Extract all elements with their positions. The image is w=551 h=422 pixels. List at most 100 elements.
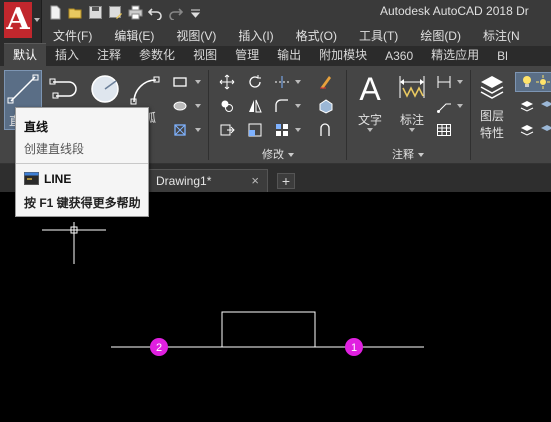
layer-freeze-icon[interactable] bbox=[539, 122, 551, 138]
menu-tools[interactable]: 工具(T) bbox=[348, 27, 409, 44]
menu-dimension[interactable]: 标注(N bbox=[472, 27, 531, 44]
menu-format[interactable]: 格式(O) bbox=[285, 27, 348, 44]
open-icon[interactable] bbox=[68, 5, 83, 20]
point-marker-1: 1 bbox=[345, 338, 363, 356]
redo-icon[interactable] bbox=[168, 5, 183, 20]
rotate-icon[interactable] bbox=[247, 74, 263, 90]
line-command-tooltip: 直线 创建直线段 LINE 按 F1 键获得更多帮助 bbox=[15, 107, 149, 217]
panel-divider bbox=[470, 70, 471, 160]
tab-bim[interactable]: Bl bbox=[488, 47, 517, 66]
close-icon[interactable]: × bbox=[251, 173, 259, 188]
menu-edit[interactable]: 编辑(E) bbox=[103, 27, 165, 44]
tab-parametric[interactable]: 参数化 bbox=[130, 44, 184, 66]
menu-insert[interactable]: 插入(I) bbox=[227, 27, 284, 44]
chevron-down-icon[interactable] bbox=[295, 80, 301, 84]
copy-icon[interactable] bbox=[219, 98, 235, 114]
panel-divider bbox=[346, 70, 347, 160]
new-icon[interactable] bbox=[48, 5, 63, 20]
dimension-icon bbox=[399, 76, 425, 98]
save-as-icon[interactable] bbox=[108, 5, 123, 20]
tooltip-divider bbox=[16, 163, 148, 164]
chevron-down-icon[interactable] bbox=[295, 128, 301, 132]
leader-icon[interactable] bbox=[436, 98, 452, 114]
chevron-down-icon[interactable] bbox=[295, 104, 301, 108]
trim-icon[interactable] bbox=[274, 74, 290, 90]
chevron-down-icon[interactable] bbox=[195, 80, 201, 84]
chevron-down-icon[interactable] bbox=[195, 104, 201, 108]
menu-view[interactable]: 视图(V) bbox=[165, 27, 227, 44]
layer-properties-button[interactable]: 图层 特性 bbox=[474, 70, 510, 141]
circle-button[interactable] bbox=[88, 72, 122, 109]
line-icon bbox=[7, 74, 39, 104]
linear-dimension-icon[interactable] bbox=[436, 74, 452, 90]
point-marker-2: 2 bbox=[150, 338, 168, 356]
chevron-down-icon bbox=[288, 153, 294, 158]
customize-icon[interactable] bbox=[188, 5, 203, 20]
layer-isolate-icon[interactable] bbox=[519, 122, 535, 138]
tab-insert[interactable]: 插入 bbox=[46, 44, 88, 66]
text-button-label: 文字 bbox=[357, 113, 382, 127]
scale-icon[interactable] bbox=[247, 122, 263, 138]
save-icon[interactable] bbox=[88, 5, 103, 20]
dimension-button-label: 标注 bbox=[399, 113, 424, 127]
explode-icon[interactable] bbox=[318, 98, 334, 114]
layer-properties-label-2: 特性 bbox=[479, 126, 504, 140]
undo-icon[interactable] bbox=[148, 5, 163, 20]
erase-icon[interactable] bbox=[318, 74, 334, 90]
stretch-icon[interactable] bbox=[219, 122, 235, 138]
annotation-panel-title: 注释 bbox=[392, 149, 414, 161]
menu-bar: 文件(F) 编辑(E) 视图(V) 插入(I) 格式(O) 工具(T) 绘图(D… bbox=[42, 24, 551, 46]
tooltip-command-name: LINE bbox=[44, 172, 72, 186]
array-icon[interactable] bbox=[274, 122, 290, 138]
command-line-icon bbox=[24, 172, 39, 185]
tooltip-help-text: 按 F1 键获得更多帮助 bbox=[24, 196, 141, 210]
fillet-icon[interactable] bbox=[274, 98, 290, 114]
menu-file[interactable]: 文件(F) bbox=[42, 27, 103, 44]
dimension-button[interactable]: 标注 bbox=[394, 70, 430, 132]
tooltip-title: 直线 bbox=[24, 120, 49, 134]
document-tab[interactable]: Drawing1* × bbox=[146, 169, 268, 192]
arc-icon bbox=[130, 76, 160, 105]
boundary-icon[interactable] bbox=[172, 122, 188, 138]
layer-match-icon[interactable] bbox=[519, 98, 535, 114]
tab-a360[interactable]: A360 bbox=[376, 47, 422, 66]
offset-icon[interactable] bbox=[318, 122, 334, 138]
move-icon[interactable] bbox=[219, 74, 235, 90]
tab-view[interactable]: 视图 bbox=[184, 44, 226, 66]
annotation-panel-label[interactable]: 注释 bbox=[348, 147, 468, 164]
svg-text:A: A bbox=[359, 71, 381, 106]
mirror-icon[interactable] bbox=[247, 98, 263, 114]
hatch-icon[interactable] bbox=[172, 98, 188, 114]
tab-manage[interactable]: 管理 bbox=[226, 44, 268, 66]
chevron-down-icon bbox=[34, 18, 40, 22]
tab-annotate[interactable]: 注释 bbox=[88, 44, 130, 66]
tab-addins[interactable]: 附加模块 bbox=[310, 44, 376, 66]
layer-properties-label-1: 图层 bbox=[479, 109, 504, 123]
window-title: Autodesk AutoCAD 2018 Dr bbox=[380, 4, 529, 18]
chevron-down-icon[interactable] bbox=[457, 104, 463, 108]
new-tab-button[interactable]: + bbox=[277, 173, 295, 189]
point-marker-label-1: 1 bbox=[351, 342, 357, 354]
menu-draw[interactable]: 绘图(D) bbox=[409, 27, 472, 44]
chevron-down-icon[interactable] bbox=[195, 128, 201, 132]
print-icon[interactable] bbox=[128, 5, 143, 20]
lightbulb-icon[interactable] bbox=[515, 72, 551, 92]
tab-featured-apps[interactable]: 精选应用 bbox=[422, 44, 488, 66]
modify-panel-label[interactable]: 修改 bbox=[210, 147, 346, 164]
document-tab-name: Drawing1* bbox=[156, 174, 212, 188]
tab-output[interactable]: 输出 bbox=[268, 44, 310, 66]
drawing-canvas[interactable]: 2 1 bbox=[0, 192, 551, 422]
table-icon[interactable] bbox=[436, 122, 452, 138]
tab-home[interactable]: 默认 bbox=[4, 43, 47, 66]
layer-states-icon[interactable] bbox=[539, 98, 551, 114]
circle-icon bbox=[91, 75, 119, 103]
drawing-area: 2 1 bbox=[42, 222, 424, 356]
text-button[interactable]: A 文字 bbox=[352, 70, 388, 132]
modify-panel-title: 修改 bbox=[262, 149, 284, 161]
rectangle-icon[interactable] bbox=[172, 74, 188, 90]
autocad-logo-icon: A bbox=[4, 2, 32, 38]
text-a-icon: A bbox=[359, 71, 381, 107]
chevron-down-icon[interactable] bbox=[457, 80, 463, 84]
application-menu-button[interactable]: A bbox=[0, 0, 42, 46]
polyline-button[interactable] bbox=[46, 72, 84, 109]
